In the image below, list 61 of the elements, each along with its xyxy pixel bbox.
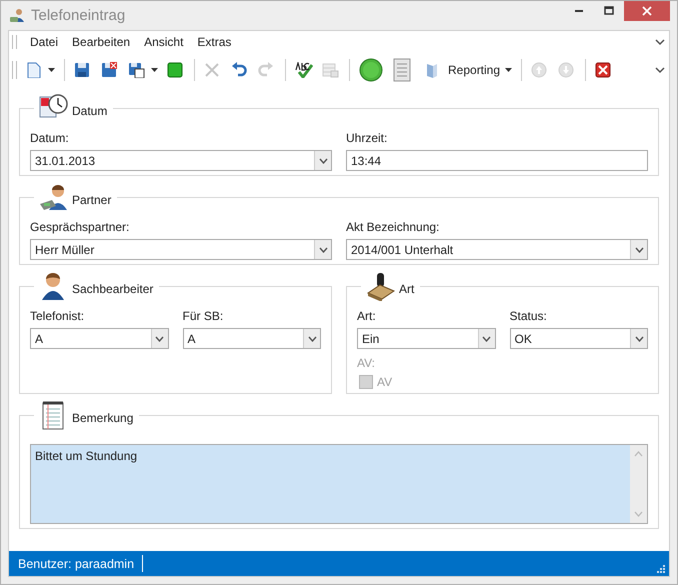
- group-title: Art: [399, 282, 414, 296]
- combo-box[interactable]: 2014/001 Unterhalt: [346, 239, 648, 260]
- field-label: Gesprächspartner:: [30, 220, 130, 234]
- scroll-down-icon: [634, 511, 643, 517]
- stamp-icon: [365, 271, 395, 301]
- caret-icon: [151, 68, 158, 72]
- combo-box[interactable]: 31.01.2013: [30, 150, 332, 171]
- field-label: Uhrzeit:: [346, 131, 388, 145]
- phone-user-icon: [9, 8, 25, 24]
- window-title: Telefoneintrag: [31, 7, 126, 24]
- caret-icon: [634, 336, 644, 342]
- chevron-icon: [655, 38, 665, 46]
- minimize-icon: [575, 10, 583, 12]
- caret-icon: [155, 336, 164, 342]
- field-label: Für SB:: [182, 309, 224, 323]
- combo-box[interactable]: OK: [510, 328, 648, 349]
- caret-icon: [505, 68, 512, 72]
- menu-item[interactable]: Ansicht: [137, 35, 190, 49]
- resize-grip-icon: [657, 565, 665, 573]
- combo-box[interactable]: A: [30, 328, 168, 349]
- group-title: Datum: [72, 104, 108, 118]
- status-text: Benutzer: paraadmin: [18, 556, 134, 570]
- menu-item[interactable]: Datei: [23, 35, 66, 49]
- checkbox-label: AV: [377, 375, 392, 389]
- field-label: Telefonist:: [30, 309, 86, 323]
- caret-icon: [318, 246, 328, 252]
- combo-box[interactable]: Herr Müller: [30, 239, 332, 260]
- undo-icon: [231, 62, 249, 78]
- floppy-disk-icon: [128, 62, 146, 78]
- caret-icon: [48, 68, 55, 72]
- scrollbar[interactable]: [630, 445, 647, 523]
- field-label: AV:: [357, 356, 376, 370]
- grid-icon: [322, 62, 340, 78]
- text-area[interactable]: Bittet um Stundung: [30, 444, 648, 524]
- toolbar-button[interactable]: Reporting: [422, 60, 516, 80]
- group-title: Bemerkung: [72, 411, 134, 425]
- group-title: Sachbearbeiter: [72, 282, 154, 296]
- person-phone-icon: [38, 182, 68, 212]
- field-label: Status:: [510, 309, 548, 323]
- close-icon: [642, 6, 652, 16]
- field-label: Akt Bezeichnung:: [346, 220, 440, 234]
- caret-icon: [308, 336, 316, 342]
- caret-icon: [634, 246, 644, 252]
- field-label: Datum:: [30, 131, 70, 145]
- field-label: Art:: [357, 309, 377, 323]
- menu-item[interactable]: Extras: [190, 35, 238, 49]
- group-title: Partner: [72, 193, 112, 207]
- maximize-icon: [604, 6, 614, 16]
- spellcheck-icon: [295, 62, 313, 78]
- caret-icon: [482, 336, 491, 342]
- combo-box[interactable]: A: [182, 328, 321, 349]
- scroll-up-icon: [634, 451, 643, 457]
- page-icon: [25, 62, 43, 78]
- caret-icon: [318, 158, 328, 164]
- menu-item[interactable]: Bearbeiten: [65, 35, 138, 49]
- close-button[interactable]: [624, 1, 670, 21]
- chevron-icon: [655, 66, 665, 74]
- combo-box[interactable]: Ein: [357, 328, 496, 349]
- close-icon: [595, 62, 614, 78]
- square-icon: [167, 62, 185, 78]
- text-field[interactable]: 13:44: [346, 150, 648, 171]
